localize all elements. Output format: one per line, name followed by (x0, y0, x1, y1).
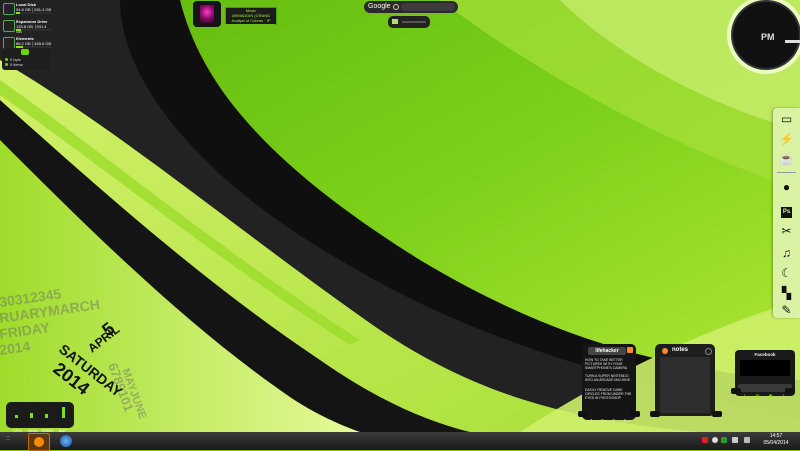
facebook-toolbar: f ▤ ▣ t (738, 384, 792, 398)
notes-title: notes (672, 347, 689, 353)
ram-meter-bar (30, 413, 33, 418)
music-player-gadget[interactable]: Music ARMADDIN (GRAND Analyst of Cobras … (193, 1, 277, 29)
cup-icon[interactable]: ☕ (779, 152, 794, 167)
plug-icon[interactable]: ⚡ (779, 132, 794, 147)
pagination: 1234 (586, 410, 632, 425)
photoshop-icon[interactable]: Ps (779, 202, 794, 218)
drives-gadget: Local Disk 94.8 GB │931.4 GB Expansion D… (2, 2, 52, 53)
firefox-icon (34, 437, 44, 447)
drive-expansion[interactable]: Expansion Drive 133.8 GB │931.4 GB (2, 19, 52, 34)
rss-icon[interactable] (627, 347, 633, 353)
hard-drive-icon (3, 3, 15, 15)
search-label: Google (368, 3, 391, 10)
windows-icon[interactable]: ▚ (779, 286, 794, 301)
app-taskbar-button[interactable] (56, 433, 76, 449)
cpu-meter-bar (15, 415, 18, 418)
photos-icon[interactable]: ▤ (751, 392, 764, 400)
side-dock: ▭ ⚡ ☕ ● Ps ✂ ♫ ☾ ▚ ✎ (773, 108, 800, 318)
news-item[interactable]: How to Take Better Pictures with Your Sm… (585, 358, 633, 370)
notes-body: notes (655, 344, 715, 416)
drive-usage-fill (16, 29, 22, 31)
drive-usage-bar (16, 12, 52, 14)
tray-flag-icon[interactable] (732, 437, 738, 443)
photoshop-glyph: Ps (781, 207, 792, 218)
page-button[interactable]: 3 (608, 419, 619, 425)
dock-separator (777, 172, 796, 173)
page-button[interactable]: 1 (586, 419, 597, 425)
gadget-foot (731, 388, 741, 394)
recycle-bin-gadget[interactable]: 0 byte 0 items (2, 48, 50, 70)
drive-usage-bar (16, 29, 52, 31)
gadget-foot (785, 388, 795, 394)
clock-gadget: PM (727, 0, 800, 74)
status-dot (5, 63, 8, 66)
tray-alert-icon[interactable] (702, 437, 708, 443)
image-icon (392, 19, 398, 24)
lifehacker-gadget: lifehacker How to Take Better Pictures w… (582, 344, 636, 425)
album-art[interactable] (193, 1, 221, 27)
status-dot (5, 58, 8, 61)
album-art-image (200, 5, 214, 23)
search-input[interactable] (401, 3, 455, 11)
system-meter-gadget: CPU RAM SWAP BAT (6, 402, 74, 433)
tray-security-icon[interactable] (721, 437, 727, 443)
gadget-foot (650, 411, 660, 417)
recycle-icon (21, 49, 29, 55)
playback-bar[interactable] (225, 24, 275, 27)
gadget-foot (578, 411, 588, 417)
small-gadget[interactable] (388, 16, 430, 28)
taskbar-clock[interactable]: 14:57 05/04/2014 (758, 433, 794, 447)
firefox-taskbar-button[interactable] (28, 433, 50, 451)
swirl-icon[interactable]: ☾ (779, 266, 794, 281)
brush-icon[interactable]: ✎ (779, 303, 794, 318)
notes-text-area[interactable] (660, 357, 710, 413)
hard-drive-icon (3, 20, 15, 32)
page-button[interactable]: 4 (619, 419, 630, 425)
google-search-gadget: Google (364, 1, 458, 13)
messages-icon[interactable]: ▣ (764, 392, 777, 400)
facebook-feed[interactable] (740, 360, 790, 376)
facebook-title: Facebook (754, 352, 776, 357)
notes-gadget: notes (655, 344, 715, 420)
music-note-icon[interactable]: ♫ (779, 246, 794, 261)
clock-hand (785, 40, 800, 43)
scissors-icon[interactable]: ✂ (779, 224, 794, 239)
taskbar: :: 14:57 05/04/2014 (0, 432, 800, 451)
tray-volume-icon[interactable] (744, 437, 750, 443)
gadget-foot (712, 411, 722, 417)
track-info: Music ARMADDIN (GRAND Analyst of Cobras … (225, 7, 277, 25)
notes-header: notes (659, 347, 712, 355)
start-button[interactable]: :: (6, 435, 14, 447)
gadget-foot (630, 411, 640, 417)
search-icon[interactable] (393, 4, 399, 10)
lifehacker-title[interactable]: lifehacker (588, 347, 626, 355)
swap-meter-bar (45, 414, 48, 418)
facebook-gadget: Facebook f ▤ ▣ t (735, 350, 795, 410)
taskbar-time: 14:57 (769, 433, 783, 439)
clock-face: PM (733, 2, 800, 68)
calendar-bg-year: 2014 (0, 338, 31, 358)
laptop-icon[interactable]: ▭ (779, 112, 794, 127)
page-button[interactable]: 2 (597, 419, 608, 425)
firefox-icon[interactable]: ● (779, 180, 794, 195)
bat-meter-bar (62, 407, 65, 418)
tray-network-icon[interactable] (712, 437, 718, 443)
drive-local-disk[interactable]: Local Disk 94.8 GB │931.4 GB (2, 2, 52, 16)
clock-ampm: PM (761, 32, 775, 42)
gadget-bar (402, 21, 426, 23)
track-detail: Analyst of Cobras · IP (231, 18, 271, 23)
close-icon[interactable] (705, 348, 712, 355)
taskbar-date: 05/04/2014 (763, 440, 789, 446)
app-icon (60, 435, 72, 447)
recycle-items: 0 items (10, 62, 23, 67)
news-item[interactable]: Turn a Super Nintendo into an Arcade Mac… (585, 374, 633, 382)
news-item[interactable]: Easily Remove Dark Circles from Under th… (585, 388, 633, 400)
notes-icon (662, 348, 668, 354)
drive-usage-fill (16, 12, 20, 14)
